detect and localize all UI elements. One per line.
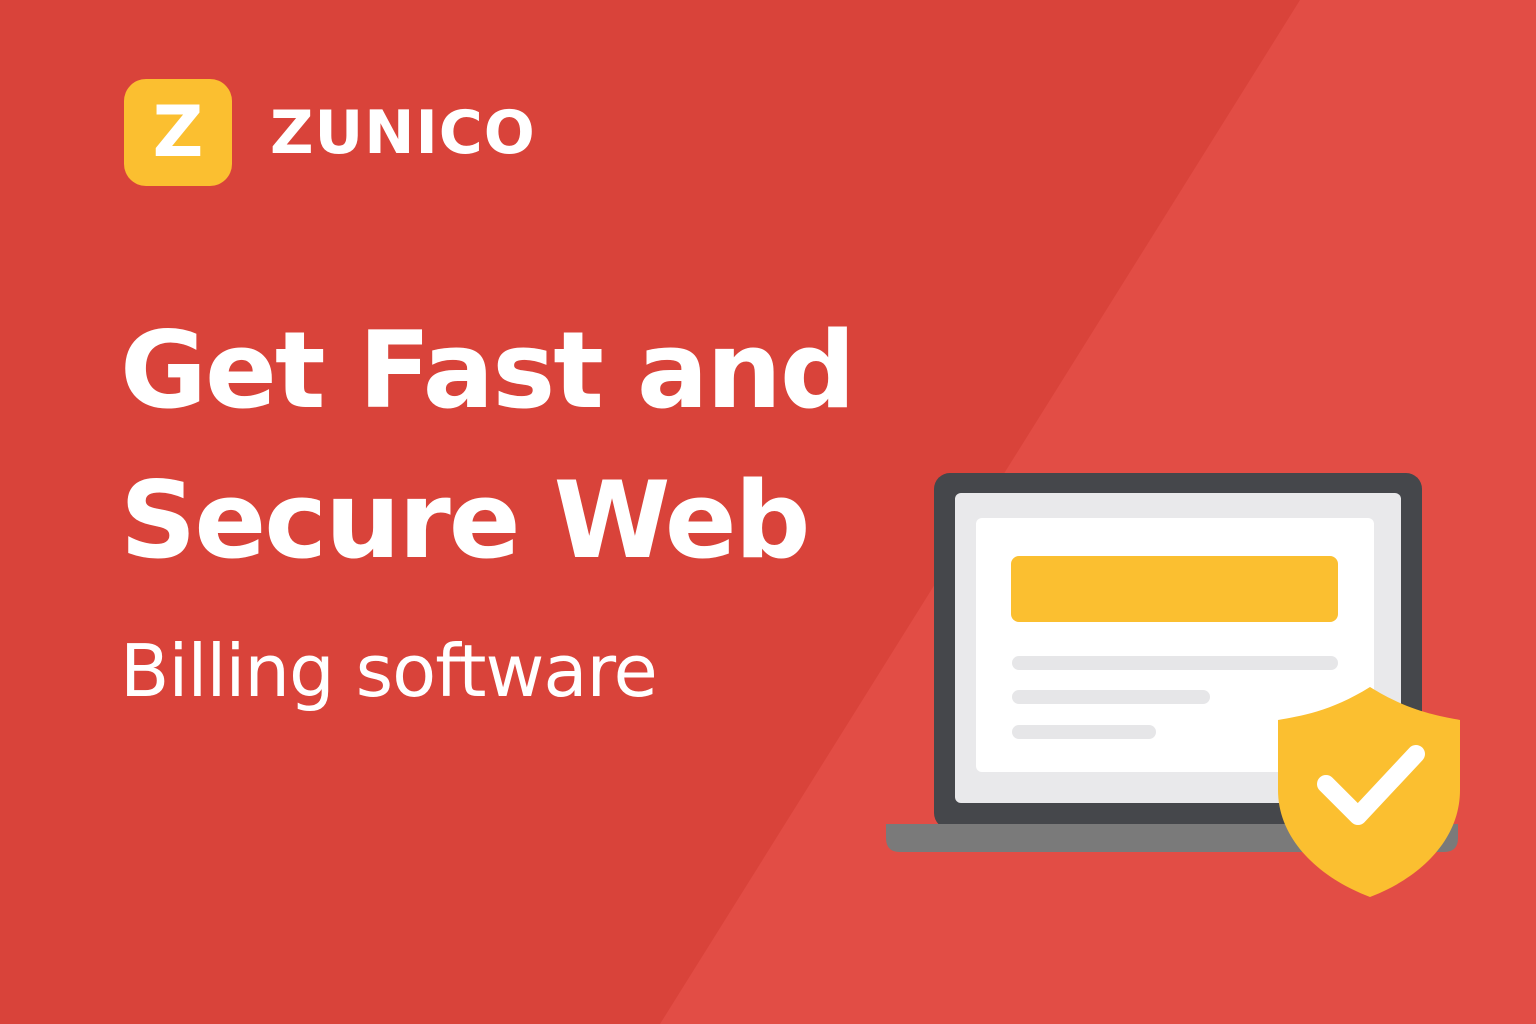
headline-line-2: Secure Web bbox=[120, 459, 811, 582]
brand-logo[interactable]: Z ZUNICO bbox=[124, 79, 536, 186]
subheadline: Billing software bbox=[120, 629, 658, 713]
headline-line-1: Get Fast and bbox=[120, 309, 856, 432]
headline: Get Fast and Secure Web bbox=[120, 296, 856, 596]
logo-mark-icon: Z bbox=[124, 79, 232, 186]
promo-banner: Z ZUNICO Get Fast and Secure Web Billing… bbox=[0, 0, 1536, 1024]
brand-name: ZUNICO bbox=[270, 97, 536, 168]
